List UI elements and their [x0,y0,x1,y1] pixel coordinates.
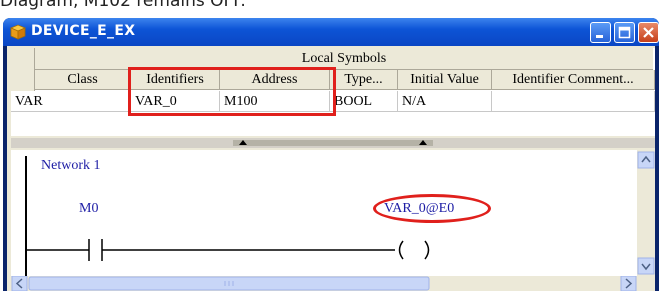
cell-identifier-comment[interactable] [492,91,655,112]
coil-label-highlight [373,194,491,223]
cell-type[interactable]: BOOL [330,91,398,112]
collapse-up-arrow-icon[interactable] [419,140,427,145]
close-button[interactable] [638,22,659,43]
vertical-scrollbar-graphic [637,151,655,275]
column-header-class[interactable]: Class [35,70,131,90]
device-icon [9,24,27,40]
ladder-rung-graphic [25,156,430,276]
minimize-button[interactable] [590,22,611,43]
column-header-identifier-comment[interactable]: Identifier Comment... [492,70,655,90]
collapse-up-arrow-icon[interactable] [239,140,247,145]
coil-left-arc[interactable] [398,240,404,260]
horizontal-scrollbar-graphic [11,275,637,291]
window-title: DEVICE_E_EX [31,23,136,39]
cell-initial-value[interactable]: N/A [398,91,492,112]
splitter-grip[interactable] [233,140,433,146]
scroll-right-button[interactable] [620,275,637,291]
scroll-down-button[interactable] [637,257,655,275]
maximize-button[interactable] [614,22,635,43]
cell-class[interactable]: VAR [11,91,131,112]
scroll-up-button[interactable] [637,151,655,169]
column-header-initial-value[interactable]: Initial Value [398,70,492,90]
ladder-editor[interactable]: Network 1 M0 VAR_0@E0 [11,150,637,276]
horizontal-scrollbar[interactable] [11,275,655,291]
column-header-type[interactable]: Type... [330,70,398,90]
title-bar[interactable]: DEVICE_E_EX [3,18,659,46]
vertical-scrollbar[interactable] [637,150,655,276]
maximize-icon [618,26,631,39]
scroll-left-button[interactable] [11,275,28,291]
identifier-address-highlight [128,67,336,116]
device-window: DEVICE_E_EX Local Symbols Class Identifi… [3,18,659,291]
local-symbols-table: Local Symbols Class Identifiers Address … [11,48,655,136]
coil-right-arc[interactable] [424,240,430,260]
window-client: Local Symbols Class Identifiers Address … [7,46,655,291]
pane-splitter[interactable] [11,138,655,148]
contact-label[interactable]: M0 [79,201,98,217]
close-icon [643,27,654,38]
minimize-icon [596,35,603,38]
caption-text: Diagram, M102 remains OFF. [0,0,246,11]
